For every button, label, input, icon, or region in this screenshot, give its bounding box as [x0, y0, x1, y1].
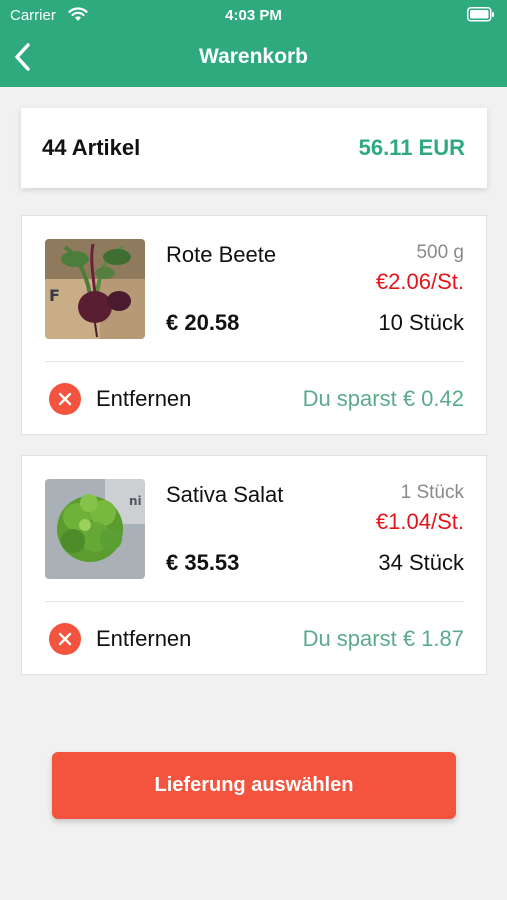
item-name: Rote Beete [166, 242, 277, 267]
item-count: 44 Artikel [42, 135, 141, 160]
cart-item: F Rote Beete € 20.58 500 g €2.06/St. 10 … [21, 215, 487, 435]
divider [45, 361, 464, 362]
select-delivery-button[interactable]: Lieferung auswählen [52, 752, 456, 819]
beetroot-image: F [45, 239, 145, 339]
close-circle-icon [49, 623, 81, 655]
item-unit-price: €1.04/St. [375, 509, 464, 534]
item-name: Sativa Salat [166, 482, 284, 507]
item-price: € 20.58 [166, 310, 240, 335]
status-time: 4:03 PM [225, 7, 282, 24]
lettuce-image: ni [45, 479, 145, 579]
item-unit: 1 Stück [400, 482, 464, 503]
item-quantity: 34 Stück [378, 550, 464, 575]
cart-item: ni Sativa Salat € 35.53 1 Stück €1.04/St… [21, 455, 487, 675]
battery-icon [467, 7, 494, 22]
item-price: € 35.53 [166, 550, 240, 575]
remove-item-button[interactable]: Entfernen [49, 382, 191, 416]
item-savings: Du sparst € 1.87 [302, 626, 464, 651]
svg-text:F: F [49, 286, 60, 305]
remove-item-button[interactable]: Entfernen [49, 622, 191, 656]
app-header: Carrier 4:03 PM Warenkorb [0, 0, 507, 87]
item-unit-price: €2.06/St. [375, 269, 464, 294]
item-quantity: 10 Stück [378, 310, 464, 335]
cart-total: 56.11 EUR [358, 135, 465, 160]
item-savings: Du sparst € 0.42 [302, 386, 464, 411]
cart-summary: 44 Artikel 56.11 EUR [21, 108, 487, 188]
svg-text:ni: ni [129, 494, 142, 508]
item-unit: 500 g [416, 242, 464, 263]
divider [45, 601, 464, 602]
remove-label: Entfernen [96, 386, 192, 411]
close-circle-icon [49, 383, 81, 415]
status-bar: Carrier 4:03 PM [0, 0, 507, 30]
page-title: Warenkorb [199, 45, 308, 68]
remove-label: Entfernen [96, 626, 192, 651]
